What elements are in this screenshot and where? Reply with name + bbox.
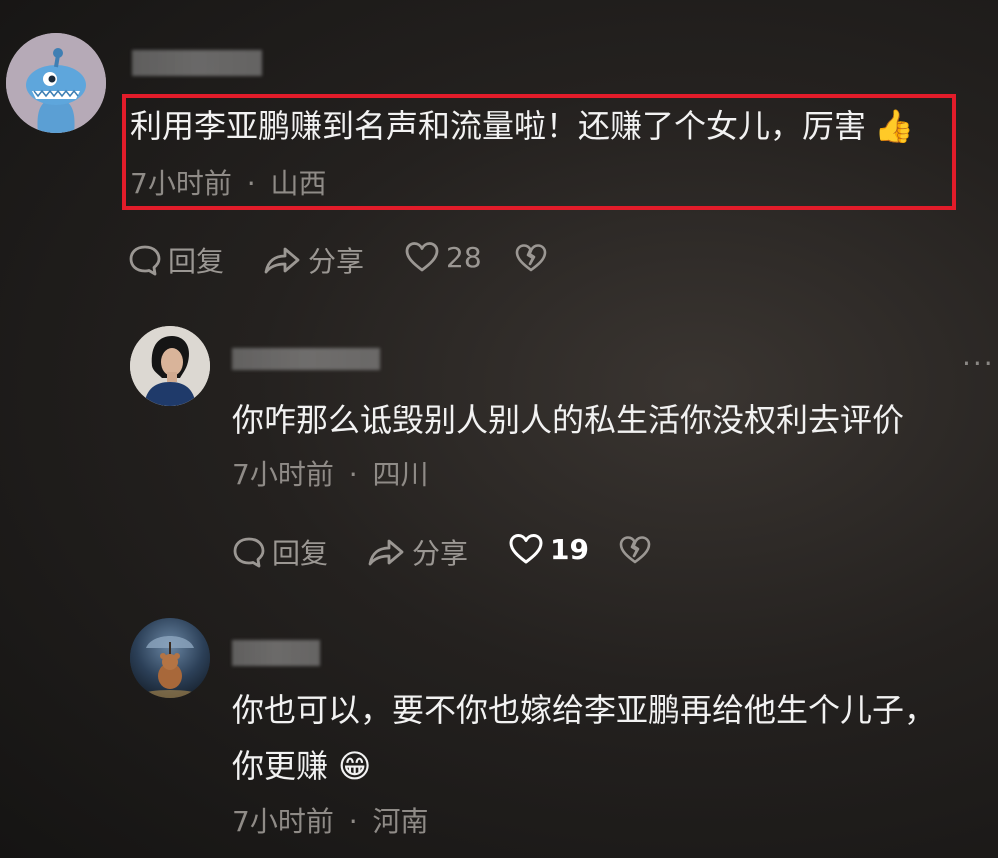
comment-meta: 7小时前 · 河南 — [232, 800, 429, 840]
timestamp: 7小时前 — [232, 805, 334, 838]
reply-label: 回复 — [272, 537, 329, 570]
broken-heart-icon — [619, 536, 651, 564]
username-blurred[interactable] — [232, 640, 320, 666]
share-button[interactable]: 分享 — [262, 240, 364, 280]
share-arrow-icon — [264, 247, 300, 274]
timestamp: 7小时前 — [130, 167, 232, 200]
separator: · — [348, 458, 358, 491]
comment-text-content: 利用李亚鹏赚到名声和流量啦！还赚了个女儿，厉害 — [130, 107, 867, 145]
comment-text-content: 你咋那么诋毁别人别人的私生活你没权利去评价 — [232, 401, 905, 439]
comment-text: 你也可以，要不你也嫁给李亚鹏再给他生个儿子， — [232, 690, 936, 730]
dislike-button[interactable] — [514, 242, 548, 274]
comment-text-line: 你也可以，要不你也嫁给李亚鹏再给他生个儿子， — [232, 691, 937, 729]
speech-bubble-icon — [129, 245, 161, 276]
avatar[interactable] — [130, 326, 210, 406]
comment-text: 你咋那么诋毁别人别人的私生活你没权利去评价 — [232, 400, 904, 440]
like-count: 28 — [446, 240, 482, 274]
comment-text: 利用李亚鹏赚到名声和流量啦！还赚了个女儿，厉害 👍 — [130, 106, 914, 146]
location: 四川 — [372, 458, 429, 491]
comment-text-line: 你更赚 — [232, 747, 329, 785]
bear-umbrella-avatar-icon — [130, 618, 210, 698]
heart-icon — [509, 534, 543, 564]
like-button[interactable]: 19 — [508, 532, 589, 566]
share-label: 分享 — [308, 245, 365, 278]
reply-button[interactable]: 回复 — [232, 532, 328, 572]
heart-icon — [405, 242, 439, 272]
share-button[interactable]: 分享 — [366, 532, 468, 572]
more-dots-icon[interactable]: ··· — [962, 350, 998, 378]
dislike-button[interactable] — [618, 534, 652, 566]
comment-text: 你更赚 😁 — [232, 746, 371, 786]
separator: · — [348, 805, 358, 838]
comment-meta: 7小时前 · 山西 — [130, 162, 327, 202]
portrait-avatar-icon — [130, 326, 210, 406]
timestamp: 7小时前 — [232, 458, 334, 491]
like-button[interactable]: 28 — [404, 240, 482, 274]
share-arrow-icon — [368, 539, 404, 566]
separator: · — [246, 167, 256, 200]
speech-bubble-icon — [233, 537, 265, 568]
share-label: 分享 — [412, 537, 469, 570]
reply-button[interactable]: 回复 — [128, 240, 224, 280]
broken-heart-icon — [515, 244, 547, 272]
avatar[interactable] — [130, 618, 210, 698]
comment-meta: 7小时前 · 四川 — [232, 453, 429, 493]
avatar[interactable] — [6, 33, 106, 133]
thumbs-up-icon: 👍 — [874, 107, 914, 145]
grinning-face-icon: 😁 — [338, 747, 372, 785]
location: 山西 — [270, 167, 327, 200]
username-blurred[interactable] — [232, 348, 380, 370]
username-blurred[interactable] — [132, 50, 262, 76]
monster-avatar-icon — [6, 33, 106, 133]
location: 河南 — [372, 805, 429, 838]
reply-label: 回复 — [168, 245, 225, 278]
like-count: 19 — [550, 532, 589, 566]
